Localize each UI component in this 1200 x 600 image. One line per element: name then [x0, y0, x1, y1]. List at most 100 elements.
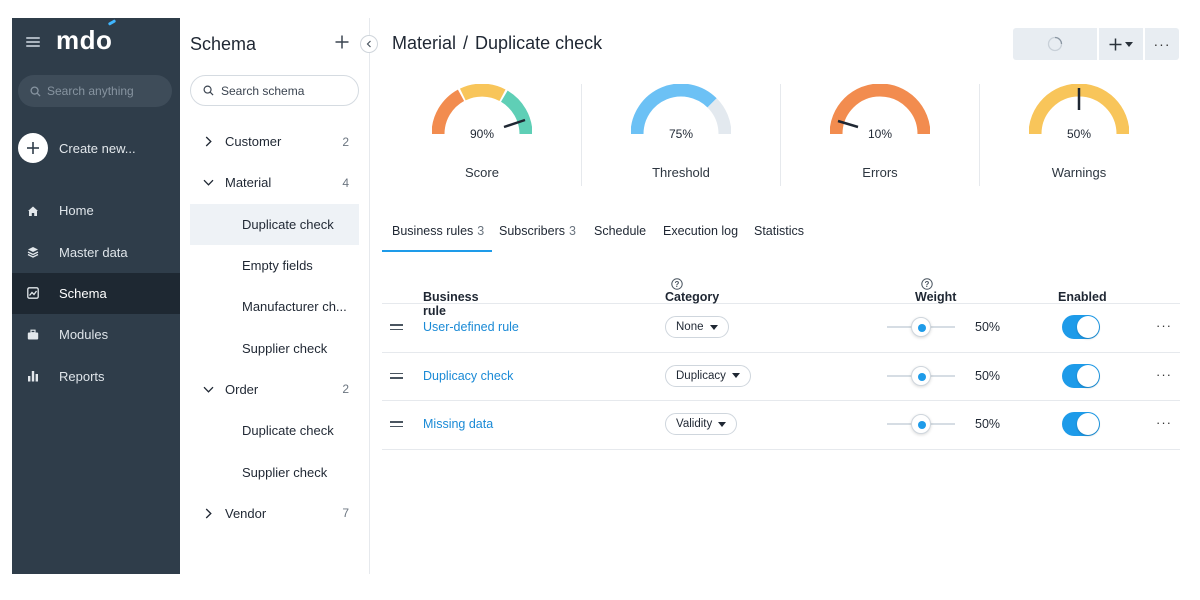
drag-handle-icon[interactable] — [390, 324, 403, 330]
weight-value: 50% — [975, 417, 1001, 431]
tab-label: Subscribers — [499, 224, 565, 238]
tab-subscribers[interactable]: Subscribers 3 — [499, 224, 576, 238]
nav-item-home[interactable]: Home — [12, 190, 180, 231]
menu-icon[interactable] — [26, 37, 40, 47]
weight-slider[interactable] — [887, 365, 955, 386]
tree-node-label: Material — [225, 175, 272, 191]
gauge-errors: 10% Errors — [780, 84, 980, 186]
create-new-button[interactable]: Create new... — [12, 133, 180, 163]
tab-count: 3 — [477, 224, 485, 238]
gauge-warnings-value: 50% — [1067, 127, 1091, 141]
chevron-down-icon — [202, 179, 214, 187]
svg-text:?: ? — [675, 280, 680, 289]
tab-business-rules[interactable]: Business rules 3 — [392, 224, 484, 238]
nav-item-reports[interactable]: Reports — [12, 356, 180, 397]
tree-item-material-supplier-check[interactable]: Supplier check — [190, 327, 359, 368]
rule-name-link[interactable]: Duplicacy check — [423, 369, 513, 383]
tree-item-label: Supplier check — [242, 464, 328, 480]
tree-item-material-empty-fields[interactable]: Empty fields — [190, 245, 359, 286]
column-header-label: Category — [665, 290, 720, 304]
rule-name-link[interactable]: Missing data — [423, 417, 493, 431]
drag-handle-icon[interactable] — [390, 421, 403, 427]
weight-value: 50% — [975, 320, 1001, 334]
breadcrumb-parent[interactable]: Material — [392, 33, 456, 53]
category-dropdown[interactable]: Validity — [665, 413, 738, 435]
tab-label: Schedule — [594, 224, 647, 238]
row-more-options-icon[interactable]: ··· — [1156, 415, 1172, 430]
slider-thumb[interactable] — [911, 317, 931, 337]
weight-slider[interactable] — [887, 414, 955, 434]
tree-node-material[interactable]: Material 4 — [190, 162, 359, 203]
help-icon[interactable]: ? — [921, 278, 933, 290]
tree-node-vendor[interactable]: Vendor 7 — [190, 493, 359, 534]
global-search-placeholder: Search anything — [47, 84, 134, 98]
caret-down-icon — [709, 324, 718, 330]
detail-tabs: Business rules 3 Subscribers 3 Schedule Ex… — [382, 214, 1180, 254]
global-search-input[interactable]: Search anything — [18, 75, 172, 107]
tree-item-label: Duplicate check — [242, 423, 334, 439]
rule-name-link[interactable]: User-defined rule — [423, 320, 519, 334]
category-value: None — [676, 321, 704, 333]
enabled-toggle[interactable] — [1062, 412, 1100, 436]
tab-execution-log[interactable]: Execution log — [663, 224, 738, 238]
nav-item-label: Reports — [59, 368, 105, 384]
breadcrumb: Material / Duplicate check — [392, 33, 602, 54]
run-status-button[interactable] — [1013, 28, 1097, 60]
tree-node-count: 2 — [342, 382, 349, 397]
enabled-toggle[interactable] — [1062, 363, 1100, 388]
category-value: Duplicacy — [676, 369, 726, 382]
chevron-down-icon — [202, 386, 214, 393]
slider-thumb[interactable] — [911, 414, 931, 434]
tree-node-customer[interactable]: Customer 2 — [190, 121, 359, 162]
tree-item-material-duplicate-check[interactable]: Duplicate check — [190, 203, 359, 245]
schema-search-input[interactable]: Search schema — [190, 75, 359, 106]
gauge-score-value: 90% — [470, 127, 494, 141]
tree-item-label: Duplicate check — [242, 216, 334, 232]
gauge-errors-value: 10% — [868, 127, 892, 141]
nav-items: Home Master data Schema Modules Reports — [12, 190, 180, 397]
row-more-options-icon[interactable]: ··· — [1156, 367, 1172, 382]
tab-schedule[interactable]: Schedule — [594, 224, 646, 238]
spinner-icon — [1047, 36, 1063, 52]
logo-text: mdo — [56, 24, 113, 55]
enabled-toggle[interactable] — [1062, 315, 1100, 339]
plus-icon — [18, 133, 48, 163]
table-header: Business rule Category ? Weight ? Enable… — [382, 266, 1180, 318]
tree-node-order[interactable]: Order 2 — [190, 369, 359, 410]
category-dropdown[interactable]: Duplicacy — [665, 364, 751, 387]
slider-thumb[interactable] — [911, 365, 931, 386]
create-new-label: Create new... — [59, 140, 136, 156]
add-schema-button[interactable] — [335, 31, 349, 53]
category-value: Validity — [676, 418, 713, 430]
tab-label: Business rules — [392, 224, 474, 238]
table-row: User-defined rule None 50% ··· — [382, 304, 1180, 353]
category-dropdown[interactable]: None — [665, 316, 729, 338]
help-icon[interactable]: ? — [671, 278, 683, 290]
tree-item-material-manufacturer-check[interactable]: Manufacturer ch... — [190, 286, 359, 327]
gauge-score-chart: 90% — [432, 84, 532, 154]
row-more-options-icon[interactable]: ··· — [1156, 318, 1172, 333]
nav-item-schema[interactable]: Schema — [12, 272, 180, 315]
gauge-threshold-label: Threshold — [652, 165, 710, 180]
nav-item-modules[interactable]: Modules — [12, 314, 180, 355]
column-header-label: Weight — [915, 290, 957, 304]
breadcrumb-separator: / — [463, 33, 469, 53]
main-navigation: mdo Search anything Create new... Home M… — [12, 18, 180, 574]
app-logo[interactable]: mdo — [56, 18, 117, 56]
add-menu-button[interactable] — [1099, 28, 1143, 60]
gauge-warnings: 50% Warnings — [979, 84, 1179, 186]
nav-item-master-data[interactable]: Master data — [12, 231, 180, 272]
more-options-button[interactable]: ··· — [1145, 28, 1179, 60]
plus-icon — [335, 35, 349, 49]
tree-item-order-supplier-check[interactable]: Supplier check — [190, 451, 359, 492]
column-header-category[interactable]: Category ? — [665, 278, 719, 304]
gauge-threshold: 75% Threshold — [581, 84, 781, 186]
weight-slider[interactable] — [887, 317, 955, 337]
tree-item-order-duplicate-check[interactable]: Duplicate check — [190, 410, 359, 451]
tab-statistics[interactable]: Statistics — [754, 224, 804, 238]
column-header-weight[interactable]: Weight ? — [915, 278, 956, 304]
collapse-panel-button[interactable] — [360, 35, 378, 53]
caret-down-icon — [731, 373, 740, 378]
drag-handle-icon[interactable] — [390, 372, 403, 379]
nav-item-label: Master data — [59, 244, 128, 260]
